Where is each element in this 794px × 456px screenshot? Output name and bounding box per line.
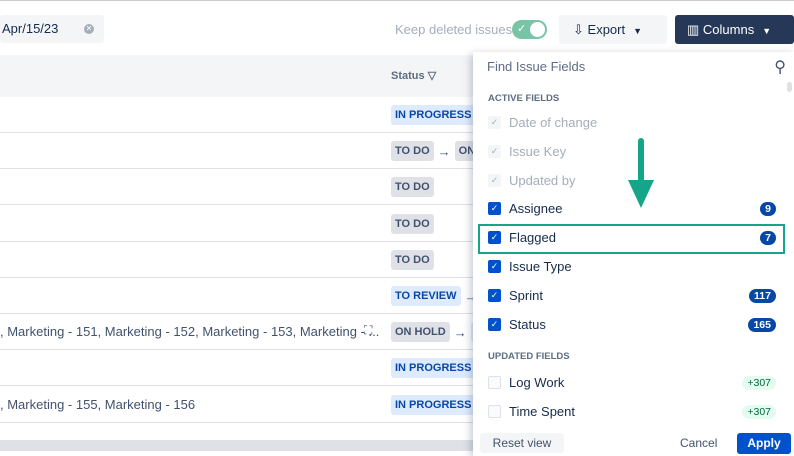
status-pill: TO REVIEW [391,286,461,306]
checkbox[interactable]: ✓ [488,317,501,331]
columns-label: Columns [702,22,755,37]
checkbox[interactable]: ✓ [488,202,501,216]
search-icon[interactable]: ⚲ [774,57,786,77]
checkbox[interactable]: ✓ [488,116,501,129]
checkbox[interactable]: ✓ [488,144,501,158]
keep-deleted-label: Keep deleted issues [395,22,513,37]
check-icon: ✓ [517,23,527,35]
field-label: Issue Key [509,143,567,159]
status-pill: ON HOLD [391,322,450,343]
expand-icon[interactable]: ⛶ [364,323,372,338]
cancel-button[interactable]: Cancel [680,436,717,450]
reset-view-button[interactable]: Reset view [480,433,564,453]
apply-button[interactable]: Apply [737,433,791,454]
checkbox[interactable]: ✓ [488,288,501,302]
count-badge: 9 [760,202,776,217]
arrow-right-icon: → [437,143,451,159]
field-label: Time Spent [509,403,575,419]
arrow-down-icon [628,138,654,208]
field-item[interactable]: ✓ Sprint 117 [488,285,778,307]
checkbox[interactable]: ✓ [488,173,501,187]
field-item[interactable]: Time Spent +307 [488,401,778,423]
field-label: Status [509,316,546,332]
horizontal-scrollbar[interactable] [0,440,473,451]
arrow-right-icon: → [453,324,467,340]
count-badge: +307 [742,404,776,419]
export-button[interactable]: ⇩ Export ▼ [559,15,667,44]
status-pill: TO DO [391,177,434,198]
checkbox[interactable] [488,404,501,418]
table-row[interactable]: TO DO [0,206,473,242]
keep-deleted-toggle[interactable]: ✓ [512,20,547,39]
status-pill: IN PROGRESS [391,358,476,379]
checkbox[interactable] [488,376,501,389]
flagged-highlight-box [478,224,785,254]
top-divider [0,0,794,1]
table-row[interactable]: TO DO→ON H [0,133,491,170]
field-label: Log Work [509,375,565,390]
status-pill: IN PROGRESS [391,394,476,415]
columns-button[interactable]: ▥ Columns ▼ [675,15,794,44]
table-row[interactable]: TO DO [0,169,473,206]
field-item[interactable]: Log Work +307 [488,372,778,394]
table-row[interactable]: IN PROGRESS [0,350,476,387]
field-label: Updated by [509,172,576,188]
count-badge: 165 [748,317,776,332]
date-value: Apr/15/23 [2,21,59,36]
columns-icon: ▥ [687,22,700,37]
export-label: Export [587,22,626,37]
field-label: Sprint [509,287,543,303]
field-item[interactable]: ✓ Status 165 [488,314,778,336]
status-pill: IN PROGRESS [391,105,476,125]
field-item[interactable]: ✓ Date of change [488,112,778,134]
sprint-cell: , Marketing - 151, Marketing - 152, Mark… [0,324,380,340]
count-badge: 117 [749,288,776,303]
cloud-download-icon: ⇩ [573,22,584,37]
columns-dropdown-panel: Find Issue Fields ⚲ ACTIVE FIELDS ✓ Date … [473,52,794,456]
chevron-down-icon: ▼ [633,26,643,36]
field-label: Issue Type [509,259,572,274]
table-row[interactable]: TO REVIEW → [0,278,490,314]
table-row[interactable]: TO DO [0,242,473,278]
find-fields-input[interactable]: Find Issue Fields [487,59,585,74]
date-filter-input[interactable]: Apr/15/23 ✕ [0,15,104,43]
vertical-scrollbar[interactable] [787,82,792,92]
status-pill: TO DO [391,249,434,270]
status-pill: TO DO [391,213,434,234]
field-item[interactable]: ✓ Issue Type [488,256,778,278]
count-badge: +307 [742,376,776,390]
table-row[interactable]: , Marketing - 155, Marketing - 156 IN PRO… [0,387,476,423]
field-label: Date of change [509,115,598,130]
status-column-header[interactable]: Status ▽ [391,69,436,82]
active-fields-title: ACTIVE FIELDS [488,93,560,104]
table-row[interactable]: , Marketing - 151, Marketing - 152, Mark… [0,314,490,351]
checkbox[interactable]: ✓ [488,260,501,273]
table-row[interactable]: IN PROGRESS [0,97,476,133]
chevron-down-icon: ▼ [762,26,772,36]
field-label: Assignee [509,201,563,217]
updated-fields-title: UPDATED FIELDS [488,351,570,362]
clear-icon[interactable]: ✕ [84,24,94,34]
sprint-cell: , Marketing - 155, Marketing - 156 [0,396,196,412]
status-pill: TO DO [391,141,434,162]
filter-icon[interactable]: ▽ [428,70,436,82]
